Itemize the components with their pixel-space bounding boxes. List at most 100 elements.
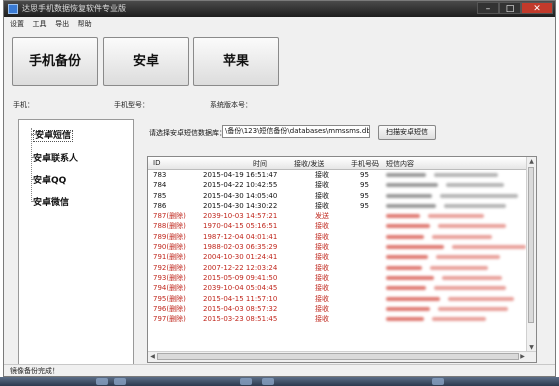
menu-tools[interactable]: 工具 <box>33 19 47 29</box>
cell-phone: 95 <box>360 181 369 190</box>
cell-phone: 95 <box>360 171 369 179</box>
redacted-text <box>386 183 438 188</box>
redacted-text <box>428 214 484 219</box>
phone-backup-button[interactable]: 手机备份 <box>12 37 98 86</box>
redacted-text <box>386 286 426 291</box>
redacted-text <box>386 214 420 219</box>
column-header-content[interactable]: 短信内容 <box>386 159 414 169</box>
table-row[interactable]: 794(删除) 2039-10-04 05:04:45 接收 <box>148 283 536 293</box>
cell-type: 接收 <box>315 232 329 241</box>
column-header-time[interactable]: 时间 <box>253 159 267 169</box>
vertical-scrollbar[interactable]: ▲ ▼ <box>526 157 536 352</box>
android-button[interactable]: 安卓 <box>103 37 189 86</box>
redacted-text <box>386 224 430 229</box>
table-row[interactable]: 783 2015-04-19 16:51:47 接收 95 <box>148 170 536 180</box>
tree-item-label: 安卓微信 <box>33 198 70 208</box>
table-row[interactable]: 793(删除) 2015-05-09 09:41:50 接收 <box>148 273 536 283</box>
window-title: 达思手机数据恢复软件专业版 <box>22 4 126 13</box>
taskbar-app-icon[interactable] <box>240 378 252 385</box>
vertical-scroll-thumb[interactable] <box>528 167 534 323</box>
scroll-left-icon[interactable]: ◀ <box>148 352 157 361</box>
cell-type: 接收 <box>315 253 329 262</box>
tree-item-android-qq[interactable]: 安卓QQ <box>30 173 67 186</box>
scroll-up-icon[interactable]: ▲ <box>527 157 536 166</box>
status-bar: 镜像备份完成！ <box>4 364 555 376</box>
table-row[interactable]: 795(删除) 2015-04-15 11:57:10 接收 <box>148 294 536 304</box>
cell-id: 785 <box>153 191 167 200</box>
column-header-phone[interactable]: 手机号码 <box>351 159 379 169</box>
tree-item-label: 安卓QQ <box>33 176 67 186</box>
menu-settings[interactable]: 设置 <box>10 19 24 29</box>
redacted-text <box>386 234 424 239</box>
table-row[interactable]: 790(删除) 1988-02-03 06:35:29 接收 <box>148 242 536 252</box>
minimize-button[interactable]: – <box>477 2 499 14</box>
table-row[interactable]: 788(删除) 1970-04-15 05:16:51 接收 <box>148 221 536 231</box>
close-button[interactable]: ✕ <box>521 2 553 14</box>
title-bar[interactable]: 达思手机数据恢复软件专业版 – □ ✕ <box>4 1 555 17</box>
cell-content <box>386 221 506 231</box>
horizontal-scrollbar[interactable]: ◀ ▶ <box>148 351 536 362</box>
redacted-text <box>386 255 428 260</box>
taskbar-app-icon[interactable] <box>114 378 126 385</box>
redacted-text <box>386 317 424 322</box>
cell-time: 2015-04-03 08:57:32 <box>203 304 278 313</box>
cell-time: 1987-12-04 04:01:41 <box>203 232 278 241</box>
redacted-text <box>440 193 518 198</box>
redacted-text <box>442 275 502 280</box>
taskbar-app-icon[interactable] <box>262 378 274 385</box>
cell-id: 790(删除) <box>153 243 186 252</box>
tree-item-android-contacts[interactable]: 安卓联系人 <box>30 151 78 164</box>
cell-time: 2039-10-03 14:57:21 <box>203 212 278 221</box>
cell-id: 784 <box>153 181 167 190</box>
cell-time: 1988-02-03 06:35:29 <box>203 243 278 252</box>
cell-time: 2007-12-22 12:03:24 <box>203 263 278 272</box>
table-row[interactable]: 784 2015-04-22 10:42:55 接收 95 <box>148 180 536 190</box>
table-row[interactable]: 789(删除) 1987-12-04 04:01:41 接收 <box>148 232 536 242</box>
category-tree: 安卓短信 安卓联系人 安卓QQ 安卓微信 <box>18 119 134 365</box>
table-body: 783 2015-04-19 16:51:47 接收 95 784 2015-04-22 … <box>148 170 536 324</box>
redacted-text <box>438 306 508 311</box>
redacted-text <box>386 265 422 270</box>
scan-sms-button[interactable]: 扫描安卓短信 <box>378 125 436 140</box>
table-row[interactable]: 785 2015-04-30 14:05:40 接收 95 <box>148 191 536 201</box>
cell-id: 797(删除) <box>153 315 186 324</box>
redacted-text <box>432 234 492 239</box>
model-label: 手机型号： <box>114 101 149 109</box>
table-row[interactable]: 787(删除) 2039-10-03 14:57:21 发送 <box>148 211 536 221</box>
table-row[interactable]: 796(删除) 2015-04-03 08:57:32 接收 <box>148 304 536 314</box>
scroll-right-icon[interactable]: ▶ <box>518 352 527 361</box>
table-row[interactable]: 797(删除) 2015-03-23 08:51:45 接收 <box>148 314 536 324</box>
apple-button[interactable]: 苹果 <box>193 37 279 86</box>
db-path-input[interactable]: \备份\123\短信备份\databases\mmssms.db <box>222 125 370 138</box>
cell-time: 1970-04-15 05:16:51 <box>203 222 278 231</box>
table-row[interactable]: 791(删除) 2004-10-30 01:24:41 接收 <box>148 252 536 262</box>
version-label: 系统版本号： <box>210 101 252 109</box>
redacted-text <box>386 275 434 280</box>
cell-time: 2015-04-30 14:05:40 <box>203 191 278 200</box>
cell-type: 接收 <box>315 191 329 200</box>
taskbar-app-icon[interactable] <box>96 378 108 385</box>
cell-content <box>386 263 488 273</box>
menu-help[interactable]: 帮助 <box>78 19 92 29</box>
horizontal-scroll-thumb[interactable] <box>157 353 519 360</box>
redacted-text <box>434 286 506 291</box>
cell-id: 789(删除) <box>153 232 186 241</box>
taskbar-app-icon[interactable] <box>432 378 444 385</box>
cell-content <box>386 283 506 293</box>
cell-phone: 95 <box>360 191 369 200</box>
redacted-text <box>430 265 488 270</box>
maximize-button[interactable]: □ <box>499 2 521 14</box>
tree-item-label: 安卓短信 <box>33 130 74 142</box>
redacted-text <box>386 203 436 208</box>
cell-time: 2015-04-19 16:51:47 <box>203 171 278 179</box>
cell-time: 2015-04-15 11:57:10 <box>203 294 278 303</box>
tree-item-android-sms[interactable]: 安卓短信 <box>30 128 74 142</box>
table-row[interactable]: 792(删除) 2007-12-22 12:03:24 接收 <box>148 263 536 273</box>
column-header-type[interactable]: 接收/发送 <box>294 159 324 169</box>
cell-time: 2015-04-22 10:42:55 <box>203 181 278 190</box>
tree-item-android-wechat[interactable]: 安卓微信 <box>30 195 70 208</box>
column-header-id[interactable]: ID <box>153 159 160 167</box>
table-row[interactable]: 786 2015-04-30 14:30:22 接收 95 <box>148 201 536 211</box>
app-icon <box>8 4 18 14</box>
menu-export[interactable]: 导出 <box>55 19 69 29</box>
